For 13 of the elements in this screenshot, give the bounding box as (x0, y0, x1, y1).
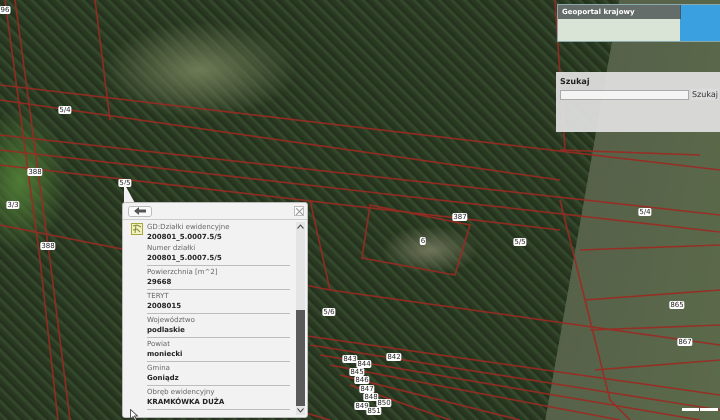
scroll-down-icon (297, 408, 304, 413)
layer-icon (131, 223, 143, 235)
back-button[interactable] (128, 206, 152, 216)
search-button[interactable]: Szukaj (691, 89, 719, 100)
mouse-cursor-icon (130, 409, 138, 420)
close-button[interactable] (294, 206, 304, 216)
search-label: Szukaj (560, 77, 591, 86)
scale-bar (682, 408, 718, 412)
back-arrow-icon (134, 207, 146, 215)
search-field[interactable] (560, 90, 689, 100)
scroll-up-icon (297, 224, 304, 229)
close-icon (296, 208, 302, 214)
scrollbar[interactable] (296, 222, 305, 415)
